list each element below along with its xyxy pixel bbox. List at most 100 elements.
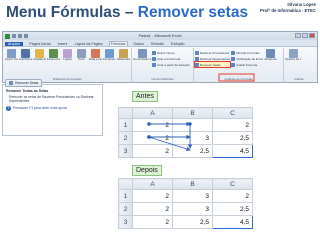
usadas-recentemente-button[interactable]: Usadas Recentemente xyxy=(33,49,46,61)
cell-a3[interactable]: 2 xyxy=(132,215,173,229)
mostrar-formulas-button[interactable]: Mostrar Fórmulas xyxy=(231,50,263,55)
tab-layout-da-pagina[interactable]: Layout da Página xyxy=(74,42,104,46)
cell-c3[interactable]: 4,5 xyxy=(212,144,253,158)
minimize-icon[interactable] xyxy=(295,33,301,38)
texto-button[interactable]: Texto xyxy=(75,49,88,61)
column-header[interactable]: B xyxy=(172,107,213,119)
cell-a1[interactable]: 2 xyxy=(132,189,173,203)
name-manager-icon xyxy=(137,49,147,58)
cell-c1[interactable]: 2 xyxy=(212,118,253,132)
cell-b2[interactable]: 3 xyxy=(172,202,213,216)
tab-dados[interactable]: Dados xyxy=(133,42,145,46)
logic-icon xyxy=(63,49,72,58)
tooltip-description: Remover as setas de Rastrear Precedentes… xyxy=(9,95,94,104)
formula-icon xyxy=(152,56,156,61)
row-header[interactable]: 2 xyxy=(118,131,133,145)
logica-button[interactable]: Lógica xyxy=(61,49,74,61)
financeira-button[interactable]: Financeira xyxy=(47,49,60,61)
verificacao-de-erros-button[interactable]: Verificação de Erros xyxy=(231,56,263,61)
inserir-funcao-button[interactable]: Inserir Função xyxy=(5,49,18,61)
credit-role: Profª de Informática - ETEC xyxy=(259,7,316,13)
row-header[interactable]: 3 xyxy=(118,215,133,229)
rastrear-dependentes-button[interactable]: Rastrear Dependentes xyxy=(195,56,230,61)
tag-icon xyxy=(152,50,156,55)
criar-a-partir-da-selecao-button[interactable]: Criar a partir da Seleção xyxy=(152,62,190,67)
selection-icon xyxy=(152,62,156,67)
depois-caption: Depois xyxy=(132,165,162,176)
column-header[interactable]: C xyxy=(212,178,253,190)
group-label: Cálculo xyxy=(294,77,304,81)
window-title: Pasta1 - Microsoft Excel xyxy=(138,33,182,38)
quick-access-toolbar: Pasta1 - Microsoft Excel xyxy=(3,32,317,40)
slide-title-prefix: Menu Fórmulas xyxy=(6,4,121,21)
tab-pagina-inicial[interactable]: Página Inicial xyxy=(28,42,51,46)
trace-dependents-icon xyxy=(195,56,199,61)
cell-a2[interactable]: 2 xyxy=(132,131,173,145)
cell-c2[interactable]: 2,5 xyxy=(212,131,253,145)
remove-arrows-icon xyxy=(9,81,13,85)
matematica-e-trigonometria-button[interactable]: Matemática e Trigonometria xyxy=(117,49,130,61)
error-check-icon xyxy=(231,56,236,61)
usar-em-formula-button[interactable]: Usar em Fórmula xyxy=(152,56,190,61)
money-icon xyxy=(49,49,58,58)
group-calculo: Opções de Cálculo Cálculo xyxy=(284,48,314,82)
row-header[interactable]: 1 xyxy=(118,189,133,203)
cell-a1[interactable]: 2 xyxy=(132,118,173,132)
cell-c1[interactable]: 2 xyxy=(212,189,253,203)
tooltip-help-text: Pressione F1 para obter mais ajuda. xyxy=(13,106,68,111)
cell-c3[interactable]: 4,5 xyxy=(212,215,253,229)
slide-title-dash: – xyxy=(120,4,138,21)
cell-b3[interactable]: 2,5 xyxy=(172,144,213,158)
rastrear-precedentes-button[interactable]: Rastrear Precedentes xyxy=(195,50,230,55)
excel-ribbon-screenshot: Pasta1 - Microsoft Excel Arquivo Página … xyxy=(2,31,318,83)
column-header[interactable]: B xyxy=(172,178,213,190)
cell-a3[interactable]: 2 xyxy=(132,144,173,158)
janela-de-inspecao-button[interactable]: Janela de Inspeção xyxy=(264,49,277,61)
row-header[interactable]: 1 xyxy=(118,118,133,132)
evaluate-icon xyxy=(231,62,236,67)
cell-b3[interactable]: 2,5 xyxy=(172,215,213,229)
corner-cell xyxy=(118,107,133,119)
ribbon-body: Inserir Função AutoSoma Usadas Recenteme… xyxy=(3,46,317,82)
column-header[interactable]: A xyxy=(132,107,173,119)
slide-title-accent: Remover setas xyxy=(137,4,249,21)
close-icon[interactable] xyxy=(309,33,315,38)
autosoma-button[interactable]: AutoSoma xyxy=(19,49,32,61)
corner-cell xyxy=(118,178,133,190)
trace-precedents-icon xyxy=(195,50,199,55)
sigma-icon xyxy=(21,49,30,58)
remover-setas-button[interactable]: Remover Setas xyxy=(193,61,232,68)
group-label: Nomes Definidos xyxy=(151,77,174,81)
column-header[interactable]: C xyxy=(212,107,253,119)
gerenciador-de-nomes-button[interactable]: Gerenciador de Nomes xyxy=(133,49,151,61)
antes-caption: Antes xyxy=(132,91,158,102)
group-nomes-definidos: Gerenciador de Nomes Definir Nome Usar e… xyxy=(132,48,194,82)
tab-inserir[interactable]: Inserir xyxy=(57,42,69,46)
cell-b1[interactable] xyxy=(172,118,213,132)
cell-c2[interactable]: 2,5 xyxy=(212,202,253,216)
cell-a2[interactable]: 2 xyxy=(132,202,173,216)
row-header[interactable]: 3 xyxy=(118,144,133,158)
tab-exibicao[interactable]: Exibição xyxy=(170,42,186,46)
tab-arquivo[interactable]: Arquivo xyxy=(5,42,24,46)
tooltip-help[interactable]: ? Pressione F1 para obter mais ajuda. xyxy=(6,105,99,111)
data-e-hora-button[interactable]: Data e Hora xyxy=(89,49,102,61)
column-header[interactable]: A xyxy=(132,178,173,190)
maximize-icon[interactable] xyxy=(302,33,308,38)
avaliar-formula-button[interactable]: Avaliar Fórmula xyxy=(231,62,263,67)
tab-formulas[interactable]: Fórmulas xyxy=(108,41,128,46)
cell-b1[interactable]: 3 xyxy=(172,189,213,203)
after-sheet: A B C 1 2 3 2 2 2 3 2,5 3 2 2,5 4,5 xyxy=(118,178,253,229)
tab-revisao[interactable]: Revisão xyxy=(150,42,165,46)
tooltip-heading: Remover Todas as Setas xyxy=(6,89,49,93)
opcoes-de-calculo-button[interactable]: Opções de Cálculo xyxy=(285,49,301,61)
calculator-icon xyxy=(288,49,298,58)
definir-nome-button[interactable]: Definir Nome xyxy=(152,50,190,55)
tooltip-tab-label: Remover Setas xyxy=(15,81,39,85)
pesquisa-e-referencia-button[interactable]: Pesquisa e Referência xyxy=(103,49,116,61)
cell-b2[interactable]: 3 xyxy=(172,131,213,145)
row-header[interactable]: 2 xyxy=(118,202,133,216)
star-icon xyxy=(35,49,44,58)
tooltip-tab: Remover Setas xyxy=(5,79,43,87)
remover-setas-tooltip: Remover Setas Remover Todas as Setas Rem… xyxy=(2,79,103,136)
